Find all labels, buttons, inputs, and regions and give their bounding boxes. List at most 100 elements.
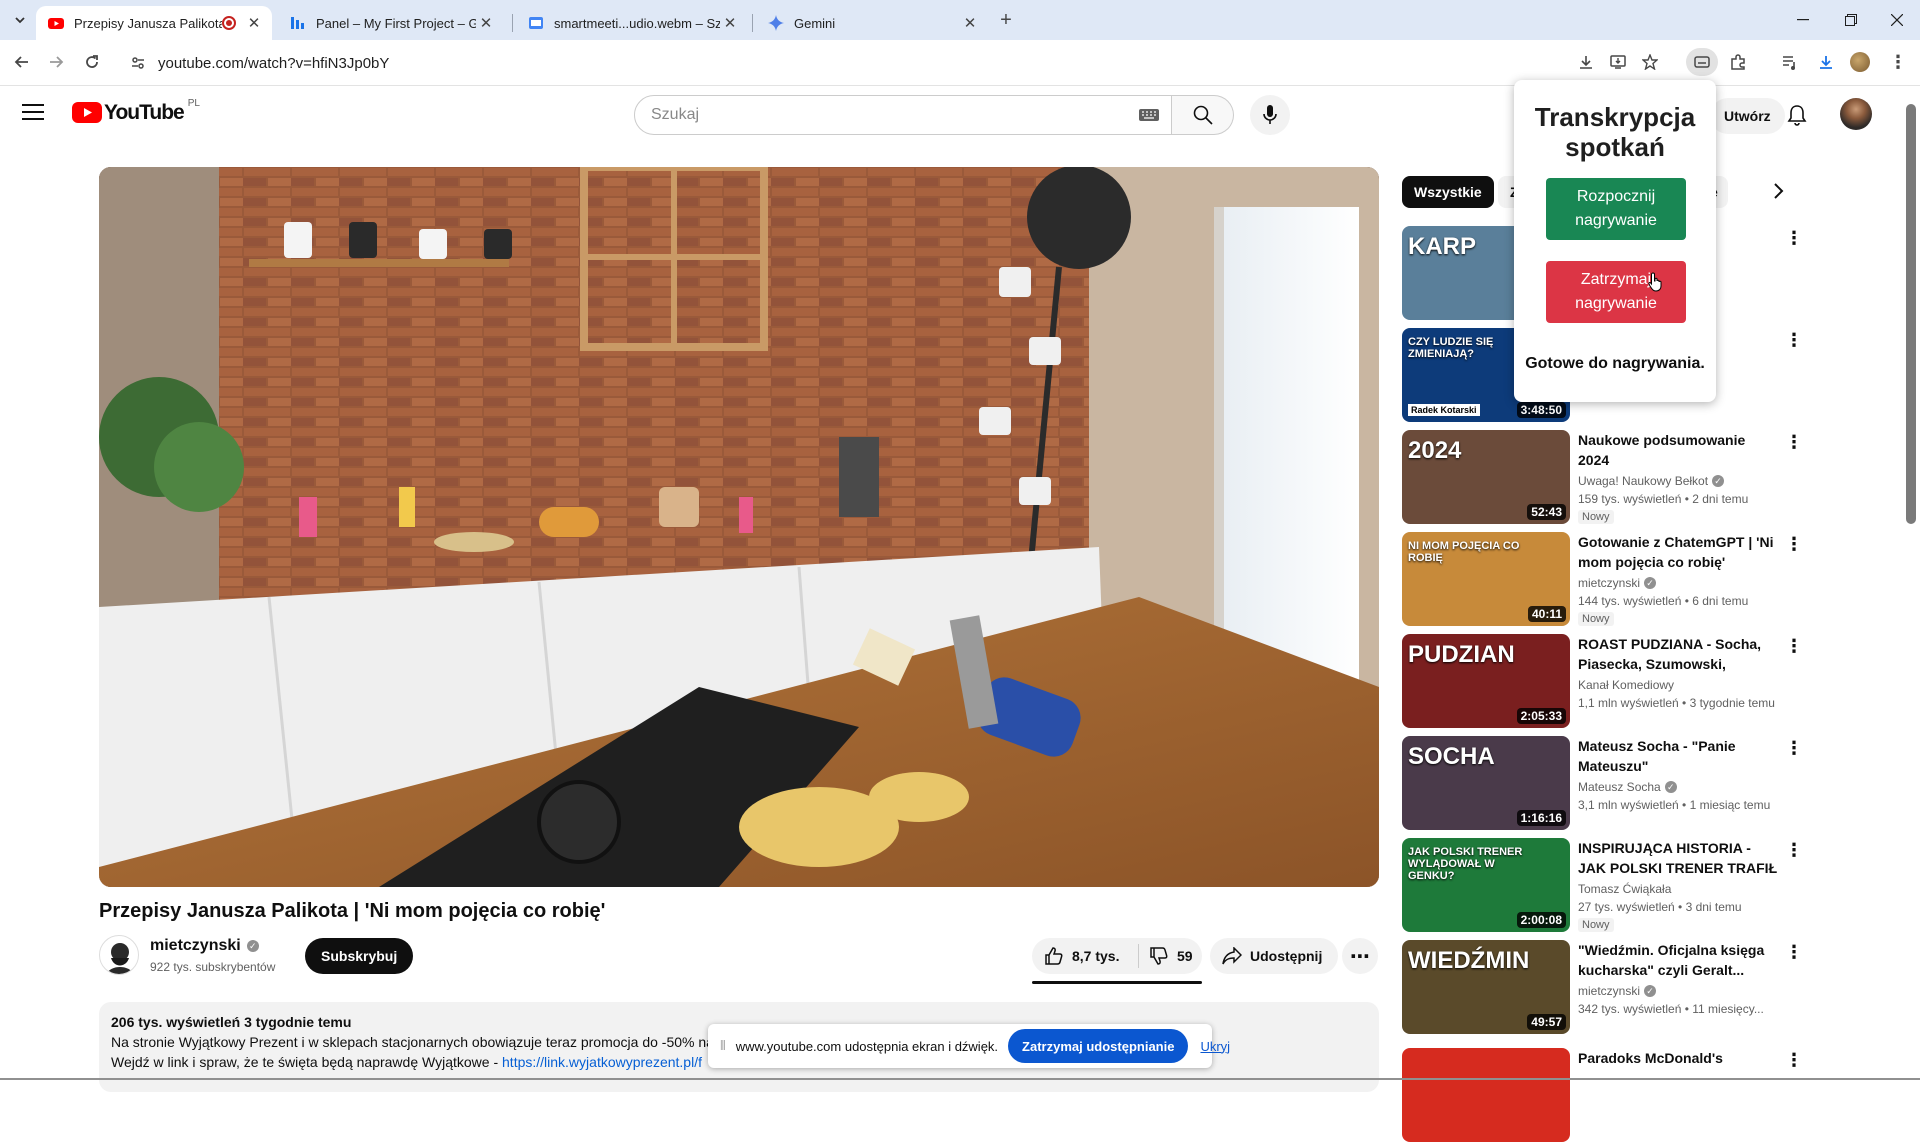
recommendation-thumbnail[interactable]: WIEDŹMIN 49:57 — [1402, 940, 1570, 1034]
youtube-logo[interactable]: YouTube PL — [72, 98, 200, 124]
recommendation-thumbnail[interactable]: 2024 52:43 — [1402, 430, 1570, 524]
close-tab-icon[interactable]: ✕ — [720, 14, 740, 32]
close-tab-icon[interactable]: ✕ — [476, 14, 496, 32]
media-controls-icon[interactable] — [1776, 48, 1804, 76]
more-options-icon[interactable]: ⋮ — [1782, 430, 1806, 454]
extension-active-icon[interactable] — [1686, 48, 1718, 76]
keyboard-icon[interactable] — [1139, 107, 1159, 123]
recommendation-item[interactable]: 2024 52:43 Naukowe podsumowanie 2024 Uwaga!… — [1402, 430, 1812, 524]
recommendation-channel-row: Mateusz Socha ✓ — [1578, 780, 1677, 794]
recommendation-channel[interactable]: mietczynski — [1578, 576, 1640, 590]
recommendation-thumbnail[interactable]: NI MOM POJĘCIA CO ROBIĘ 40:11 — [1402, 532, 1570, 626]
new-badge: Nowy — [1578, 510, 1614, 524]
stop-recording-button[interactable]: Zatrzymaj nagrywanie — [1546, 261, 1686, 323]
gemini-icon — [768, 15, 784, 31]
recommendation-item[interactable]: Paradoks McDonald's ⋮ — [1402, 1048, 1812, 1142]
more-options-icon[interactable]: ⋮ — [1782, 634, 1806, 658]
stop-sharing-button[interactable]: Zatrzymaj udostępnianie — [1008, 1029, 1189, 1063]
new-badge: Nowy — [1578, 918, 1614, 932]
channel-name-row[interactable]: mietczynski ✓ — [150, 937, 259, 955]
subscribe-button[interactable]: Subskrybuj — [305, 938, 414, 974]
install-app-icon[interactable] — [1604, 48, 1632, 76]
new-tab-icon[interactable]: + — [992, 6, 1020, 34]
site-info-icon[interactable] — [130, 55, 146, 71]
address-bar[interactable]: youtube.com/watch?v=hfiN3Jp0bY — [122, 46, 1352, 80]
recommendation-item[interactable]: NI MOM POJĘCIA CO ROBIĘ 40:11 Gotowanie z … — [1402, 532, 1812, 626]
start-recording-button[interactable]: Rozpocznij nagrywanie — [1546, 178, 1686, 240]
more-options-icon[interactable]: ⋮ — [1782, 328, 1806, 352]
recommendation-thumbnail[interactable]: PUDZIAN 2:05:33 — [1402, 634, 1570, 728]
tab-youtube[interactable]: Przepisy Janusza Palikota | ' ✕ — [36, 6, 272, 40]
downloads-icon[interactable] — [1812, 48, 1840, 76]
recommendation-meta: 342 tys. wyświetleń • 11 miesięcy... — [1578, 1002, 1764, 1016]
recommendation-channel[interactable]: Tomasz Ćwiąkała — [1578, 882, 1671, 896]
recommendation-item[interactable]: WIEDŹMIN 49:57 "Wiedźmin. Oficjalna księga… — [1402, 940, 1812, 1034]
recommendation-title[interactable]: Gotowanie z ChatemGPT | 'Ni mom pojęcia … — [1578, 532, 1778, 572]
tab-title: Gemini — [794, 15, 836, 31]
more-actions-icon[interactable]: ⋯ — [1342, 938, 1378, 974]
recommendation-title[interactable]: Mateusz Socha - "Panie Mateuszu" — [1578, 736, 1778, 776]
description-link[interactable]: https://link.wyjatkowyprezent.pl/f — [502, 1054, 702, 1070]
recommendation-item[interactable]: PUDZIAN 2:05:33 ROAST PUDZIANA - Socha, Pi… — [1402, 634, 1812, 728]
video-player[interactable] — [99, 167, 1379, 887]
recommendation-channel[interactable]: mietczynski — [1578, 984, 1640, 998]
more-options-icon[interactable]: ⋮ — [1782, 532, 1806, 556]
dislike-button[interactable]: 59 — [1139, 946, 1193, 966]
close-window-icon[interactable] — [1874, 6, 1920, 34]
recommendation-title[interactable]: Naukowe podsumowanie 2024 — [1578, 430, 1778, 470]
restore-icon[interactable] — [1828, 6, 1874, 34]
recommendation-title[interactable]: Paradoks McDonald's — [1578, 1048, 1778, 1068]
back-icon[interactable] — [8, 48, 36, 76]
download-page-icon[interactable] — [1572, 48, 1600, 76]
more-options-icon[interactable]: ⋮ — [1782, 838, 1806, 862]
browser-menu-icon[interactable]: ⋮ — [1884, 48, 1912, 76]
forward-icon[interactable] — [42, 48, 70, 76]
voice-search-button[interactable] — [1250, 95, 1290, 135]
recommendation-title[interactable]: "Wiedźmin. Oficjalna księga kucharska" c… — [1578, 940, 1778, 980]
close-tab-icon[interactable]: ✕ — [244, 14, 264, 32]
video-duration: 40:11 — [1527, 606, 1566, 622]
recommendation-item[interactable]: JAK POLSKI TRENER WYLĄDOWAŁ W GENKU? 2:00… — [1402, 838, 1812, 932]
recommendation-channel[interactable]: Kanał Komediowy — [1578, 678, 1674, 692]
minimize-icon[interactable] — [1780, 6, 1826, 34]
verified-icon: ✓ — [1644, 985, 1657, 997]
reload-icon[interactable] — [78, 48, 106, 76]
verified-icon: ✓ — [1644, 577, 1657, 589]
tab-cloud-console[interactable]: Panel – My First Project – Goog ✕ — [278, 6, 504, 40]
more-options-icon[interactable]: ⋮ — [1782, 1048, 1806, 1072]
extensions-puzzle-icon[interactable] — [1724, 48, 1752, 76]
more-options-icon[interactable]: ⋮ — [1782, 736, 1806, 760]
recommendation-thumbnail[interactable]: JAK POLSKI TRENER WYLĄDOWAŁ W GENKU? 2:00… — [1402, 838, 1570, 932]
recommendation-item[interactable]: SOCHA 1:16:16 Mateusz Socha - "Panie Mateu… — [1402, 736, 1812, 830]
tab-search-icon[interactable] — [6, 6, 34, 34]
drag-handle-icon[interactable]: ⦀ — [720, 1038, 726, 1054]
hide-banner-link[interactable]: Ukryj — [1200, 1039, 1230, 1054]
search-button[interactable] — [1172, 95, 1234, 135]
chip-all[interactable]: Wszystkie — [1402, 176, 1494, 208]
create-button[interactable]: Utwórz — [1710, 98, 1785, 134]
recommendation-channel[interactable]: Uwaga! Naukowy Bełkot — [1578, 474, 1708, 488]
recommendation-channel[interactable]: Mateusz Socha — [1578, 780, 1661, 794]
recommendation-thumbnail[interactable] — [1402, 1048, 1570, 1142]
chevron-right-icon[interactable] — [1772, 182, 1784, 200]
more-options-icon[interactable]: ⋮ — [1782, 940, 1806, 964]
bookmark-star-icon[interactable] — [1636, 48, 1664, 76]
close-tab-icon[interactable]: ✕ — [960, 14, 980, 32]
search-input[interactable]: Szukaj — [634, 95, 1172, 135]
recommendation-thumbnail[interactable]: SOCHA 1:16:16 — [1402, 736, 1570, 830]
channel-avatar[interactable] — [99, 935, 139, 975]
page-scrollbar[interactable] — [1906, 104, 1916, 524]
tab-gemini[interactable]: Gemini ✕ — [756, 6, 988, 40]
notifications-bell-icon[interactable] — [1787, 104, 1807, 126]
channel-name[interactable]: mietczynski — [150, 937, 241, 955]
recommendation-meta: 27 tys. wyświetleń • 3 dni temu — [1578, 900, 1742, 914]
profile-avatar-icon[interactable] — [1846, 48, 1874, 76]
more-options-icon[interactable]: ⋮ — [1782, 226, 1806, 250]
user-avatar[interactable] — [1840, 98, 1872, 130]
hamburger-menu-icon[interactable] — [22, 103, 44, 121]
like-button[interactable]: 8,7 tys. — [1032, 946, 1138, 966]
share-button[interactable]: Udostępnij — [1210, 938, 1339, 974]
recommendation-title[interactable]: INSPIRUJĄCA HISTORIA - JAK POLSKI TRENER… — [1578, 838, 1778, 878]
tab-drive-video[interactable]: smartmeeti...udio.webm – Szcz ✕ — [516, 6, 748, 40]
recommendation-title[interactable]: ROAST PUDZIANA - Socha, Piasecka, Szumow… — [1578, 634, 1778, 674]
